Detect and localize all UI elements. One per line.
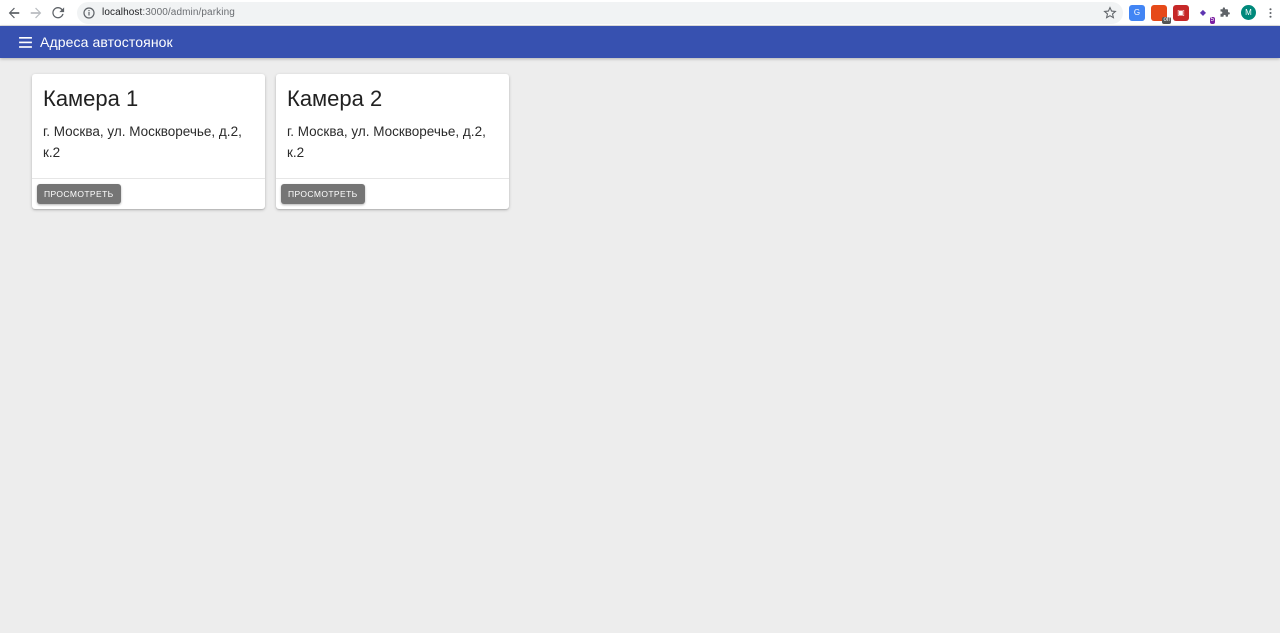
camera-card: Камера 2 г. Москва, ул. Москворечье, д.2… [276, 74, 509, 209]
extensions-area: G off ▣ ◆ 5 [1129, 4, 1239, 24]
card-address: г. Москва, ул. Москворечье, д.2, к.2 [287, 124, 486, 160]
card-divider [276, 178, 509, 179]
menu-kebab-icon[interactable] [1263, 5, 1277, 21]
url-host: localhost [102, 7, 143, 18]
profile-avatar[interactable]: M [1241, 5, 1256, 20]
calendar-icon[interactable]: off [1151, 4, 1171, 24]
reload-icon[interactable] [47, 2, 69, 24]
view-button[interactable]: ПРОСМОТРЕТЬ [281, 184, 365, 204]
url-text: localhost:3000/admin/parking [102, 7, 235, 18]
puzzle-icon[interactable] [1217, 5, 1233, 21]
extension-badge: off [1162, 16, 1171, 24]
address-bar[interactable]: localhost:3000/admin/parking [77, 1, 1123, 24]
hamburger-menu-icon[interactable] [16, 33, 34, 51]
forward-arrow-icon[interactable] [25, 2, 47, 24]
camera-card: Камера 1 г. Москва, ул. Москворечье, д.2… [32, 74, 265, 209]
app-bar: Адреса автостоянок [0, 26, 1280, 58]
screenshot-icon[interactable]: ▣ [1173, 4, 1189, 21]
gem-icon[interactable]: ◆ 5 [1195, 5, 1215, 24]
card-address: г. Москва, ул. Москворечье, д.2, к.2 [43, 124, 242, 160]
card-title: Камера 2 [287, 86, 383, 111]
card-title: Камера 1 [43, 86, 139, 111]
card-divider [32, 178, 265, 179]
back-arrow-icon[interactable] [3, 2, 25, 24]
extension-badge: 5 [1209, 16, 1215, 24]
parking-cards: Камера 1 г. Москва, ул. Москворечье, д.2… [32, 74, 520, 209]
view-button[interactable]: ПРОСМОТРЕТЬ [37, 184, 121, 204]
browser-toolbar: localhost:3000/admin/parking G off ▣ ◆ 5 … [0, 0, 1280, 26]
page-title: Адреса автостоянок [40, 34, 173, 50]
info-icon[interactable] [83, 6, 95, 19]
bookmark-star-icon[interactable] [1103, 5, 1117, 20]
translate-icon[interactable]: G [1129, 4, 1145, 21]
url-path: :3000/admin/parking [142, 7, 235, 18]
